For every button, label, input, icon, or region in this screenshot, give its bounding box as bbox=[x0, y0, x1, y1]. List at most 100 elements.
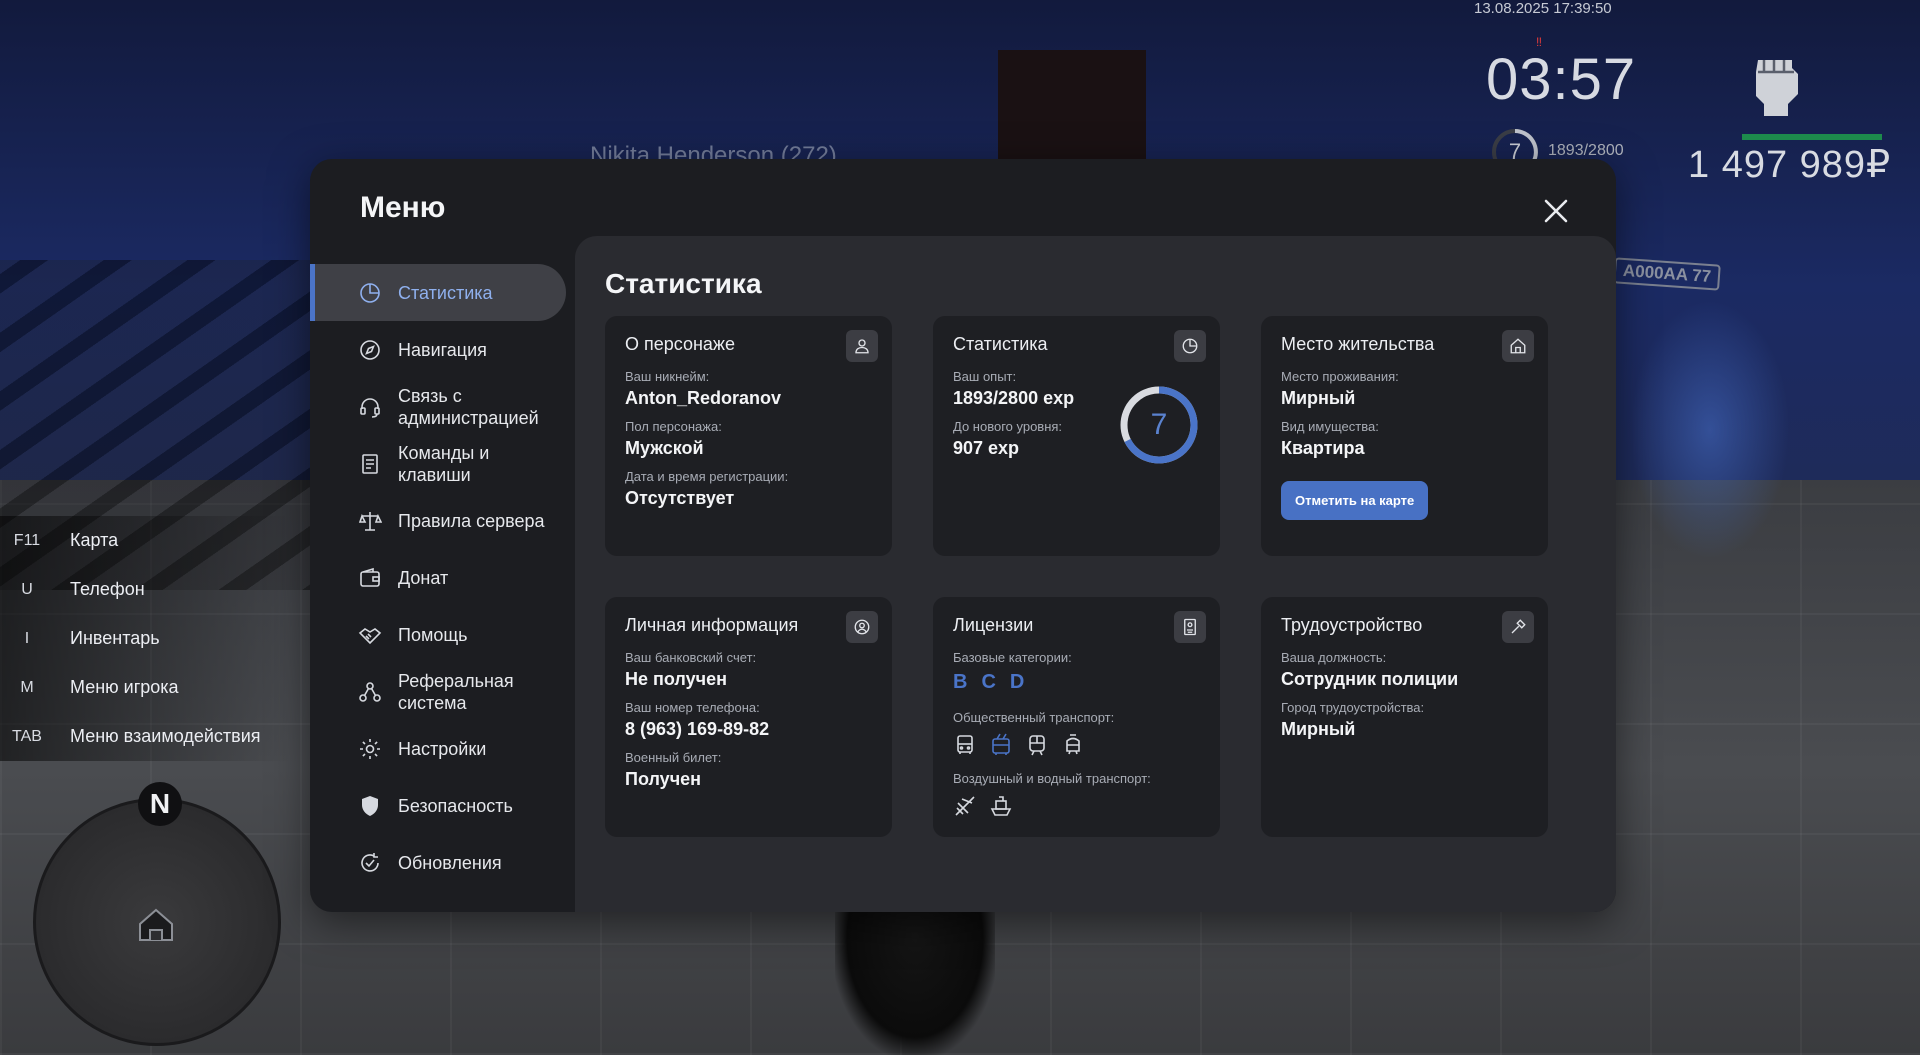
hint-inventory[interactable]: I Инвентарь bbox=[0, 614, 290, 663]
hint-map[interactable]: F11 Карта bbox=[0, 516, 290, 565]
nickname-value: Anton_Redoranov bbox=[625, 388, 782, 408]
license-category-c: C bbox=[981, 671, 996, 693]
user-icon bbox=[855, 339, 869, 354]
hint-label: Карта bbox=[70, 530, 119, 550]
mark-on-map-button[interactable]: Отметить на карте bbox=[1281, 481, 1429, 520]
hint-label: Телефон bbox=[70, 579, 145, 599]
id-badge-icon bbox=[1184, 618, 1196, 636]
wallet-icon bbox=[360, 567, 380, 587]
hint-key: M bbox=[20, 678, 34, 696]
sidebar-item-support[interactable]: Связь с администрацией bbox=[310, 378, 566, 435]
sidebar-item-label: Правила сервера bbox=[398, 510, 545, 531]
background-poster bbox=[998, 50, 1146, 160]
sidebar-item-label: Реферальная система bbox=[398, 670, 514, 713]
sidebar-item-security[interactable]: Безопасность bbox=[310, 777, 566, 834]
license-categories: B C D bbox=[953, 671, 1200, 694]
sidebar-item-commands[interactable]: Команды и клавиши bbox=[310, 435, 566, 492]
sidebar-item-rules[interactable]: Правила сервера bbox=[310, 492, 566, 549]
license-category-b: B bbox=[953, 671, 968, 693]
headset-icon bbox=[360, 397, 380, 418]
hint-label: Меню игрока bbox=[70, 677, 179, 697]
sidebar-item-label: Статистика bbox=[398, 282, 493, 303]
sidebar-item-donate[interactable]: Донат bbox=[310, 549, 566, 606]
referral-icon bbox=[359, 681, 381, 702]
card-icon-box bbox=[1174, 611, 1206, 643]
key-hints: F11 Карта U Телефон I Инвентарь M Меню и… bbox=[0, 516, 290, 761]
sidebar-item-settings[interactable]: Настройки bbox=[310, 720, 566, 777]
menu-modal: Меню Статистика Навигация Связь с админи… bbox=[310, 159, 1616, 912]
airplane-icon bbox=[955, 796, 975, 816]
hud-timer: 03:57 bbox=[1486, 47, 1637, 112]
chart-pie-icon bbox=[1182, 338, 1198, 354]
card-icon-box bbox=[1502, 330, 1534, 362]
registration-value: Отсутствует bbox=[625, 488, 735, 508]
work-city-value: Мирный bbox=[1281, 719, 1356, 739]
sidebar-item-navigation[interactable]: Навигация bbox=[310, 321, 566, 378]
field-label: Ваш опыт: bbox=[953, 369, 1017, 384]
player-character bbox=[835, 910, 995, 1055]
card-title: О персонаже bbox=[625, 334, 735, 354]
close-icon[interactable] bbox=[1538, 193, 1574, 229]
field-label: Ваш номер телефона: bbox=[625, 700, 760, 715]
bus-icon bbox=[957, 735, 973, 754]
boat-icon bbox=[990, 796, 1012, 816]
hint-label: Инвентарь bbox=[70, 628, 160, 648]
field-label: Дата и время регистрации: bbox=[625, 469, 789, 484]
scales-icon bbox=[358, 511, 382, 531]
field-label: Воздушный и водный транспорт: bbox=[953, 771, 1151, 786]
card-title: Статистика bbox=[953, 334, 1048, 354]
hint-player-menu[interactable]: M Меню игрока bbox=[0, 663, 290, 712]
sidebar-item-statistics[interactable]: Статистика bbox=[310, 264, 566, 321]
field-label: Общественный транспорт: bbox=[953, 710, 1115, 725]
refresh-check-icon bbox=[361, 852, 379, 872]
document-icon bbox=[362, 453, 378, 474]
statistics-panel: Статистика О персонаже Ваш никнейм: Anto… bbox=[575, 236, 1616, 912]
hint-label: Меню взаимодействия bbox=[70, 726, 261, 746]
field-label: Военный билет: bbox=[625, 750, 722, 765]
hammer-icon bbox=[1511, 619, 1526, 634]
sidebar-item-updates[interactable]: Обновления bbox=[310, 834, 566, 891]
hud-datetime: 13.08.2025 17:39:50 bbox=[1474, 0, 1612, 17]
card-icon-box bbox=[846, 330, 878, 362]
health-bar bbox=[1742, 134, 1882, 140]
card-title: Лицензии bbox=[953, 615, 1034, 635]
sidebar-item-label: Помощь bbox=[398, 624, 468, 645]
card-title: Трудоустройство bbox=[1281, 615, 1423, 635]
license-category-d: D bbox=[1009, 671, 1025, 693]
bank-value: Не получен bbox=[625, 669, 727, 689]
air-water-licenses bbox=[953, 794, 1200, 818]
gear-icon bbox=[360, 738, 380, 759]
position-value: Сотрудник полиции bbox=[1281, 669, 1459, 689]
modal-title: Меню bbox=[360, 191, 446, 224]
train-icon bbox=[1029, 735, 1045, 756]
hint-key: I bbox=[24, 629, 30, 647]
field-label: Ваш никнейм: bbox=[625, 369, 710, 384]
hint-key: U bbox=[21, 580, 33, 598]
tram-icon bbox=[1066, 734, 1080, 755]
sidebar-item-label: Связь с администрацией bbox=[398, 385, 539, 428]
field-label: Город трудоустройства: bbox=[1281, 700, 1425, 715]
card-licenses: Лицензии Базовые категории: B C D Общест… bbox=[933, 597, 1220, 837]
sidebar-item-label: Обновления bbox=[398, 852, 502, 873]
property-value: Квартира bbox=[1281, 438, 1365, 458]
field-label: Вид имущества: bbox=[1281, 419, 1379, 434]
trolleybus-icon bbox=[992, 733, 1010, 755]
field-label: Пол персонажа: bbox=[625, 419, 722, 434]
panel-title: Статистика bbox=[605, 268, 762, 299]
sidebar-item-help[interactable]: Помощь bbox=[310, 606, 566, 663]
hud-money: 1 497 989₽ bbox=[1688, 144, 1892, 186]
hint-phone[interactable]: U Телефон bbox=[0, 565, 290, 614]
card-icon-box bbox=[1174, 330, 1206, 362]
gender-value: Мужской bbox=[625, 438, 704, 458]
card-statistics: Статистика Ваш опыт: 1893/2800 exp До но… bbox=[933, 316, 1220, 556]
level-number: 7 bbox=[1150, 408, 1168, 441]
sidebar-item-referral[interactable]: Реферальная система bbox=[310, 663, 566, 720]
hint-interaction-menu[interactable]: TAB Меню взаимодействия bbox=[0, 712, 290, 761]
sidebar-nav: Статистика Навигация Связь с администрац… bbox=[310, 264, 566, 891]
card-title: Личная информация bbox=[625, 615, 799, 635]
fist-icon bbox=[1756, 60, 1798, 116]
hint-key: F11 bbox=[13, 531, 41, 549]
card-residence: Место жительства Место проживания: Мирны… bbox=[1261, 316, 1548, 556]
sidebar-item-label: Безопасность bbox=[398, 795, 513, 816]
public-transport-licenses bbox=[953, 733, 1200, 757]
